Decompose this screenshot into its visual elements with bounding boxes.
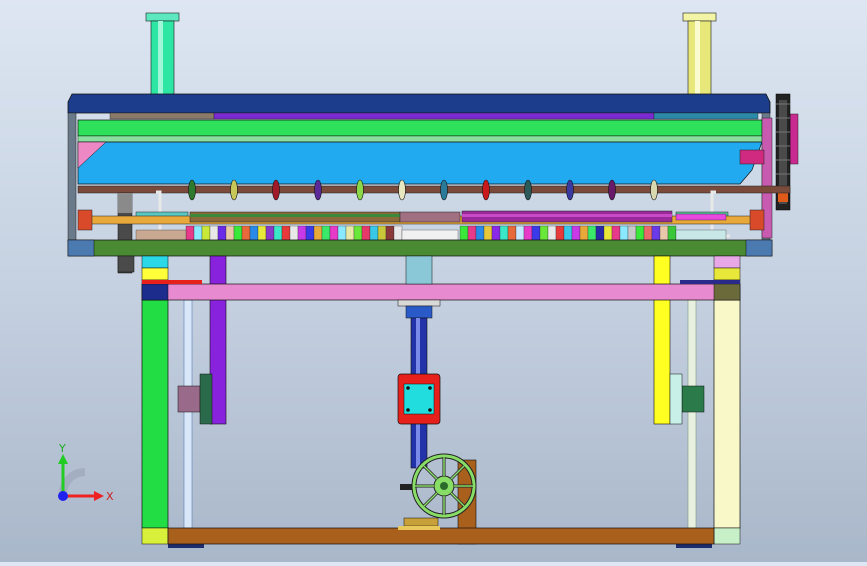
right-guide-rod	[687, 299, 697, 529]
z-axis-icon	[58, 491, 68, 501]
x-axis-label: X	[106, 490, 114, 503]
color-block-row	[135, 225, 727, 241]
center-lift-column	[397, 305, 441, 469]
left-purple-post	[209, 255, 227, 425]
left-slider	[177, 373, 213, 425]
coordinate-axis-triad: Y X	[42, 438, 122, 518]
left-pipe	[145, 12, 180, 96]
upper-shaft	[77, 185, 791, 194]
axis-arc-icon	[59, 468, 86, 495]
y-axis-label: Y	[58, 442, 66, 455]
right-yellow-post	[653, 255, 671, 425]
center-top-connector	[405, 255, 433, 285]
cad-viewport[interactable]	[0, 0, 867, 562]
left-guide-rod	[183, 299, 193, 529]
base-beam	[167, 527, 715, 545]
blue-panel	[77, 141, 763, 185]
pink-crossbeam	[141, 283, 741, 301]
green-crossbar	[77, 119, 763, 137]
right-slider	[669, 373, 705, 425]
housing-base-strip	[67, 239, 773, 257]
right-pipe	[682, 12, 717, 96]
machine-model[interactable]	[0, 0, 867, 562]
